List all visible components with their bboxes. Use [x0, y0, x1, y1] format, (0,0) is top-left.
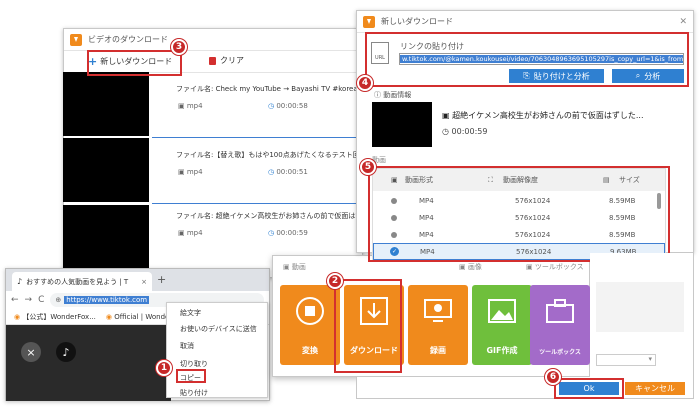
video-section-icon: ▣ — [283, 263, 290, 271]
film-reel-icon — [296, 297, 324, 325]
format-label: ▣ mp4 — [178, 229, 203, 237]
gif-tile[interactable]: GIF作成 — [472, 285, 532, 365]
callout-download-tile — [334, 279, 402, 373]
tab-title: おすすめの人気動画を見よう | T — [26, 277, 129, 286]
section-video: ▣ 動画 — [283, 263, 306, 271]
clock-icon: ◷ — [442, 127, 449, 136]
bookmark-item[interactable]: ◉ 【公式】WonderFox... — [14, 312, 96, 322]
dialog-dropdown[interactable]: ▾ — [596, 354, 656, 366]
gif-label: GIF作成 — [486, 346, 518, 355]
toolbox-section-icon: ▣ — [526, 263, 533, 271]
reload-icon[interactable]: C — [38, 295, 44, 305]
step-badge-5: 5 — [360, 159, 376, 175]
toolbox-icon — [546, 299, 574, 323]
dialog-video-duration: ◷ 00:00:59 — [442, 127, 488, 136]
clear-label: クリア — [220, 56, 244, 65]
step-badge-1: 1 — [156, 360, 172, 376]
section-image: ▣ 画像 — [459, 263, 482, 271]
record-tile[interactable]: 録画 — [408, 285, 468, 365]
list-item-name: ファイル名: 超絶イケメン高校生がお姉さんの前で仮面はずしたらとんで — [176, 212, 356, 220]
title-bar: ビデオのダウンロード — [64, 29, 362, 51]
close-tab-icon[interactable]: × — [141, 278, 147, 286]
menu-item-send-device[interactable]: お使いのデバイスに送信 — [180, 324, 257, 334]
toolbox-tile[interactable]: ツールボックス — [530, 285, 590, 365]
browser-tab[interactable]: ♪ おすすめの人気動画を見よう | T × — [12, 272, 152, 291]
callout-ok-button — [554, 378, 624, 399]
app-logo-icon — [363, 15, 375, 28]
close-icon[interactable]: ✕ — [679, 17, 687, 27]
format-label: ▣ mp4 — [178, 168, 203, 176]
tiktok-icon: ♪ — [17, 277, 23, 286]
menu-item-emoji[interactable]: 絵文字 — [180, 308, 201, 318]
trash-icon — [209, 56, 216, 65]
menu-item-paste[interactable]: 貼り付け — [180, 388, 208, 398]
menu-item-cut[interactable]: 切り取り — [180, 359, 208, 369]
step-badge-2: 2 — [327, 273, 343, 289]
duration-label: ◷ 00:00:58 — [268, 102, 308, 110]
dialog-title-bar: 新しいダウンロード ✕ — [357, 11, 693, 33]
dialog-video-title: ▣ 超絶イケメン高校生がお姉さんの前で仮面はずした... — [442, 111, 644, 120]
image-icon — [488, 299, 516, 323]
monitor-icon — [424, 299, 452, 322]
record-label: 録画 — [430, 346, 446, 355]
step-badge-3: 3 — [171, 39, 187, 55]
video-thumbnail-2 — [63, 138, 149, 202]
convert-tile[interactable]: 変換 — [280, 285, 340, 365]
row-separator — [152, 203, 362, 204]
app-logo-icon — [70, 33, 82, 46]
dialog-title: 新しいダウンロード — [381, 17, 453, 26]
bookmark-icon: ◉ — [105, 312, 112, 321]
format-label: ▣ mp4 — [178, 102, 203, 110]
video-info-section-label: ⓘ 動画情報 — [374, 91, 412, 99]
lock-icon: ⊕ — [55, 296, 62, 304]
list-item-name: ファイル名: Check my YouTube → Bayashi TV #ko… — [176, 85, 356, 93]
dialog-video-thumbnail — [372, 102, 432, 147]
toolbox-label: ツールボックス — [539, 349, 581, 356]
dialog-lower-field — [596, 282, 684, 332]
video-thumbnail-3 — [63, 205, 149, 269]
forward-icon[interactable]: → — [25, 295, 33, 305]
window-controls: ✕ — [679, 17, 687, 27]
clock-icon: ◷ — [268, 168, 275, 176]
callout-new-download — [87, 50, 182, 76]
callout-url-input — [365, 32, 689, 87]
cancel-button[interactable]: キャンセル — [625, 382, 685, 395]
callout-copy — [176, 369, 206, 383]
tiktok-page: × ♪ — [6, 325, 171, 401]
video-file-icon: ▣ — [442, 111, 450, 120]
step-badge-6: 6 — [545, 369, 561, 385]
list-item-name: ファイル名:【替え歌】もはや100点あげたくなるテスト回回答の動画www — [176, 151, 356, 159]
new-tab-icon[interactable]: + — [157, 273, 166, 286]
clear-button[interactable]: クリア — [209, 55, 244, 66]
bookmark-icon: ◉ — [14, 312, 21, 321]
tiktok-logo-icon: ♪ — [56, 342, 76, 362]
video-thumbnail-1 — [63, 72, 149, 136]
duration-label: ◷ 00:00:51 — [268, 168, 308, 176]
image-section-icon: ▣ — [459, 263, 466, 271]
duration-label: ◷ 00:00:59 — [268, 229, 308, 237]
row-separator — [152, 137, 362, 138]
back-icon[interactable]: ← — [11, 295, 19, 305]
callout-format-table — [368, 166, 670, 262]
section-toolbox: ▣ ツールボックス — [526, 263, 584, 271]
browser-tab-strip: ♪ おすすめの人気動画を見よう | T × + — [6, 269, 269, 291]
convert-label: 変換 — [302, 346, 318, 355]
url-text: https://www.tiktok.com — [64, 296, 150, 304]
clock-icon: ◷ — [268, 229, 275, 237]
info-icon: ⓘ — [374, 91, 381, 99]
step-badge-4: 4 — [357, 75, 373, 91]
clock-icon: ◷ — [268, 102, 275, 110]
window-title: ビデオのダウンロード — [88, 35, 168, 44]
menu-item-undo[interactable]: 取消 — [180, 341, 194, 351]
close-icon[interactable]: × — [21, 342, 41, 362]
